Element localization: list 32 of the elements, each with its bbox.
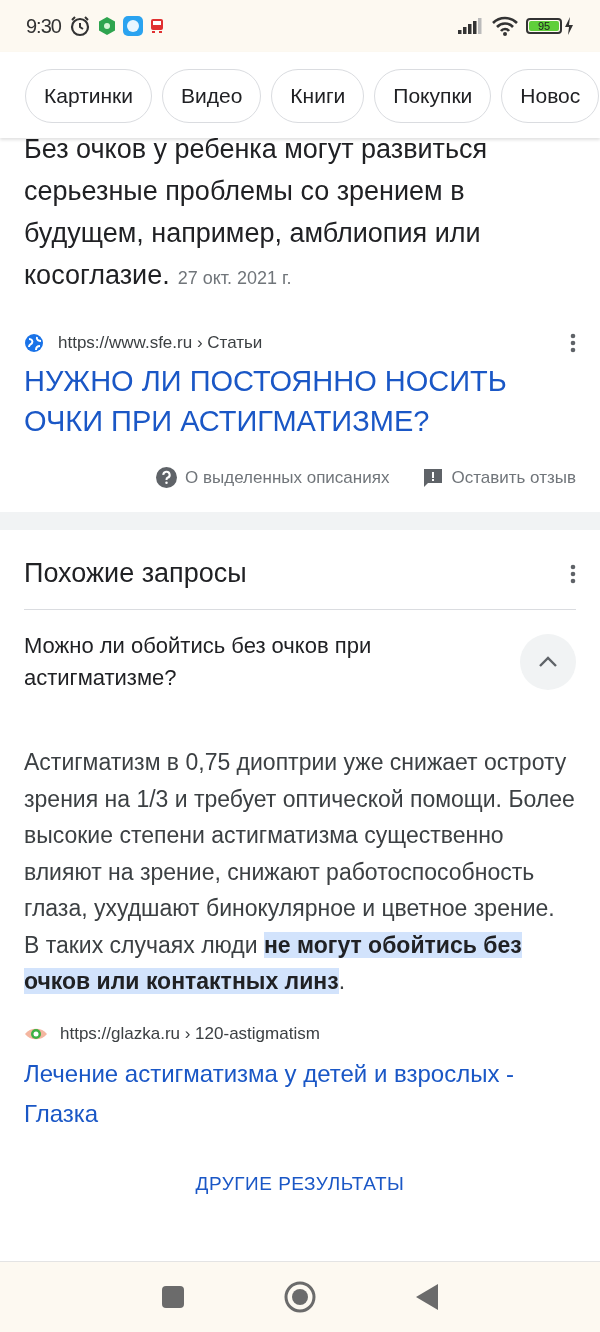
result-title-link[interactable]: Лечение астигматизма у детей и взрослых - Глазка [24,1053,576,1134]
recent-apps-button[interactable] [162,1286,184,1308]
more-results-button[interactable]: ДРУГИЕ РЕЗУЛЬТАТЫ [189,1171,411,1196]
snippet-text: Без очков у ребенка могут развиться серьезные проблемы со зрением в будущем, например, амблиопия или косоглазие. 27 окт. 2021 г. [24,133,489,292]
result-url: https://www.sfe.ru › Статьи [58,333,264,353]
feedback-link[interactable]: Оставить отзыв [451,467,576,488]
back-button[interactable] [416,1284,438,1310]
home-button[interactable] [284,1281,316,1313]
section-title: Похожие запросы [24,558,247,589]
clock-time: 9:30 [26,14,61,38]
filter-chip[interactable]: Видео [162,69,262,123]
result-title-link[interactable]: НУЖНО ЛИ ПОСТОЯННО НОСИТЬ ОЧКИ ПРИ АСТИГМАТИЗМЕ? [24,361,576,441]
chat-app-icon [122,16,143,36]
chevron-icon [538,656,558,668]
signal-icon [458,18,484,34]
globe-icon [24,333,44,353]
filter-chip[interactable]: Книги [271,69,365,123]
hexagon-app-icon [98,17,115,35]
alarm-clock-icon [68,15,91,37]
feedback-icon[interactable] [423,467,444,488]
result-url: https://glazka.ru › 120-astigmatism [60,1023,320,1044]
about-snippets-link[interactable]: О выделенных описаниях [185,467,390,488]
help-icon[interactable] [156,467,178,488]
wifi-icon [492,16,518,36]
related-question[interactable]: Можно ли обойтись без очков при астигматизме? [24,630,500,694]
filter-chip[interactable]: Покупки [374,69,492,123]
more-options-icon[interactable] [570,333,576,353]
filter-chip[interactable]: Картинки [25,69,152,123]
filter-chip[interactable]: Новос [501,69,600,123]
answer-text: Астигматизм в 0,75 диоптрии уже снижает остроту зрения на 1/3 и требует оптической помощи. Более высокие степени астигматизма существенно влияют на зрение, снижают работоспособность глаза, ухудшают бинокулярное и цветное зрение. В таких случаях люди не могут обойтись без очков или контактных линз. [24,748,576,996]
train-icon [150,19,163,33]
more-options-icon[interactable] [570,563,576,584]
